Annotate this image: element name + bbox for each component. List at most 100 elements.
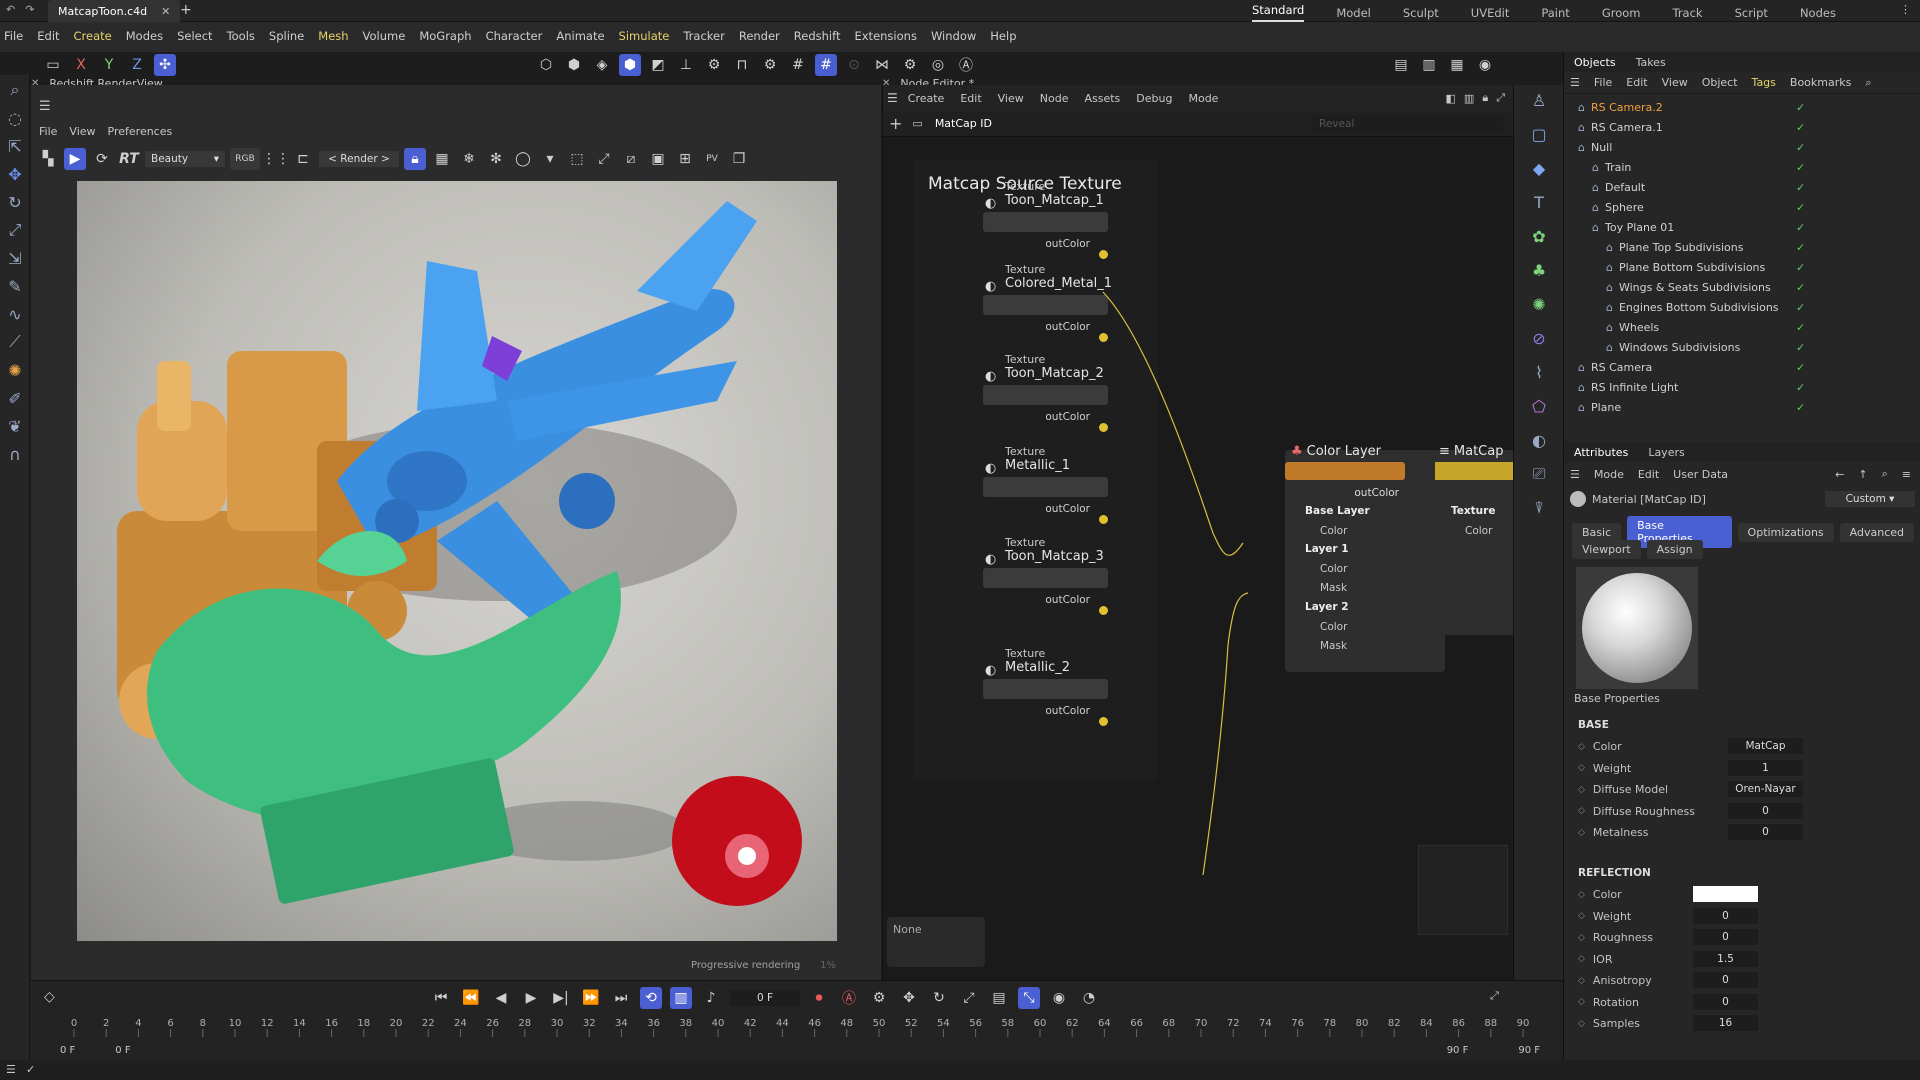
layout-tab-paint[interactable]: Paint (1541, 6, 1569, 20)
menu-create[interactable]: Create (74, 29, 112, 43)
visibility-check-icon[interactable]: ✓ (1796, 201, 1805, 214)
grid-overlay-icon[interactable]: ⋮⋮ (262, 148, 290, 170)
menu-simulate[interactable]: Simulate (619, 29, 670, 43)
menu-modes[interactable]: Modes (126, 29, 163, 43)
keyframe-icon[interactable]: ◇ (1578, 828, 1585, 838)
channel-select[interactable]: RGB (230, 148, 260, 170)
attribute-value[interactable]: 16 (1693, 1015, 1758, 1031)
keyframe-icon[interactable]: ◇ (44, 989, 55, 1005)
filter-icon[interactable]: ≡ (1902, 468, 1911, 481)
snap-icon[interactable]: ⊓ (731, 54, 753, 76)
layout-tab-standard[interactable]: Standard (1252, 3, 1305, 22)
sculpt-icon[interactable]: ❦ (2, 413, 28, 439)
subtab-basic[interactable]: Basic (1572, 522, 1622, 542)
more-icon[interactable]: ⋮ (1900, 3, 1911, 16)
cloner-icon[interactable]: ♣ (1526, 257, 1552, 283)
visibility-check-icon[interactable]: ✓ (1796, 381, 1805, 394)
menu-tools[interactable]: Tools (227, 29, 255, 43)
render-image[interactable] (77, 181, 837, 941)
hamburger-icon[interactable]: ☰ (6, 1063, 16, 1076)
menu-tracker[interactable]: Tracker (683, 29, 725, 43)
render-mode-select[interactable]: < Render > (319, 151, 399, 167)
object-row[interactable]: ⌂ Plane Top Subdivisions ✓ (1564, 237, 1920, 257)
menu-extensions[interactable]: Extensions (854, 29, 916, 43)
layout-tab-groom[interactable]: Groom (1602, 6, 1641, 20)
text-icon[interactable]: T (1526, 189, 1552, 215)
spline-object-icon[interactable]: ⌇ (1526, 359, 1552, 385)
render-queue-icon[interactable]: ▦ (1446, 54, 1468, 76)
copy-icon[interactable]: ❐ (728, 148, 750, 170)
objects-menu-edit[interactable]: Edit (1626, 76, 1647, 89)
layout-tab-uvedit[interactable]: UVEdit (1471, 6, 1510, 20)
brush-icon[interactable]: ✐ (2, 385, 28, 411)
menu-character[interactable]: Character (486, 29, 543, 43)
object-row[interactable]: ⌂ Engines Bottom Subdivisions ✓ (1564, 297, 1920, 317)
search-icon[interactable]: ⌕ (1865, 76, 1871, 90)
attribute-value[interactable]: 0 (1693, 929, 1758, 945)
pen-icon[interactable]: ✎ (2, 273, 28, 299)
timeline-expand-icon[interactable]: ⤢ (1490, 989, 1499, 1003)
visibility-check-icon[interactable]: ✓ (1796, 341, 1805, 354)
symmetry-icon[interactable]: ⋈ (871, 54, 893, 76)
move-icon[interactable]: ✥ (2, 161, 28, 187)
layout-tab-model[interactable]: Model (1336, 6, 1371, 20)
snowflake-icon[interactable]: ✻ (485, 148, 507, 170)
timeline-ruler[interactable]: 0 2 4 6 8 10 12 14 16 18 20 22 24 26 28 30 32 34 36 38 40 42 4… (44, 1015, 1554, 1037)
go-to-start-icon[interactable]: ⏮ (430, 987, 452, 1009)
visibility-check-icon[interactable]: ✓ (1796, 361, 1805, 374)
scene-icon[interactable]: ◐ (1526, 427, 1552, 453)
current-frame-field[interactable]: 0 F (730, 990, 800, 1006)
crop-icon[interactable]: ⊏ (292, 148, 314, 170)
snap-settings-icon[interactable]: ⚙ (759, 54, 781, 76)
visibility-check-icon[interactable]: ✓ (1796, 141, 1805, 154)
object-row[interactable]: ⌂ Wheels ✓ (1564, 317, 1920, 337)
keyframe-icon[interactable]: ◇ (1578, 933, 1585, 943)
record-icon[interactable]: ⏺ (808, 987, 830, 1009)
object-row[interactable]: ⌂ Default ✓ (1564, 177, 1920, 197)
point-level-icon[interactable]: ⤡ (1018, 987, 1040, 1009)
timeline-bars-icon[interactable]: ▥ (670, 987, 692, 1009)
soft-selection-icon[interactable]: ◎ (927, 54, 949, 76)
menu-file[interactable]: File (4, 29, 23, 43)
position-key-icon[interactable]: ✥ (898, 987, 920, 1009)
rotation-key-icon[interactable]: ↻ (928, 987, 950, 1009)
hamburger-icon[interactable]: ☰ (1570, 468, 1580, 481)
keyframe-icon[interactable]: ◇ (1578, 976, 1585, 986)
next-frame-icon[interactable]: ▶| (550, 987, 572, 1009)
material-preview[interactable] (1576, 567, 1698, 689)
layout-tab-track[interactable]: Track (1672, 6, 1702, 20)
uv-mode-icon[interactable]: ◩ (647, 54, 669, 76)
keyframe-icon[interactable]: ◇ (1578, 785, 1585, 795)
hamburger-icon[interactable]: ☰ (1570, 76, 1580, 89)
document-tab[interactable]: MatcapToon.c4d ✕ (48, 0, 181, 22)
schedule-icon[interactable]: ◔ (1078, 987, 1100, 1009)
next-key-icon[interactable]: ⏩ (580, 987, 602, 1009)
objects-menu-file[interactable]: File (1594, 76, 1612, 89)
search-icon[interactable]: ⌕ (1882, 467, 1888, 481)
model-mode-icon[interactable]: ⬢ (619, 54, 641, 76)
workplane-icon[interactable]: # (815, 54, 837, 76)
play-render-icon[interactable]: ▶ (64, 148, 86, 170)
render-menu-view[interactable]: View (69, 125, 95, 138)
visibility-check-icon[interactable]: ✓ (1796, 161, 1805, 174)
tab-objects[interactable]: Objects (1574, 56, 1616, 69)
layout-tab-script[interactable]: Script (1735, 6, 1768, 20)
close-icon[interactable]: ✕ (161, 5, 170, 18)
keyframe-icon[interactable]: ◇ (1578, 742, 1585, 752)
generator-icon[interactable]: ✿ (1526, 223, 1552, 249)
keyframe-icon[interactable]: ◇ (1578, 890, 1585, 900)
settings-icon[interactable]: ⚙ (703, 54, 725, 76)
live-selection-icon[interactable]: ◌ (2, 105, 28, 131)
magnet-icon[interactable]: ∩ (2, 441, 28, 467)
param-key-icon[interactable]: ▤ (988, 987, 1010, 1009)
tab-takes[interactable]: Takes (1636, 56, 1666, 69)
visibility-check-icon[interactable]: ✓ (1796, 401, 1805, 414)
attribute-value[interactable]: Oren-Nayar (1728, 781, 1803, 797)
object-row[interactable]: ⌂ Wings & Seats Subdivisions ✓ (1564, 277, 1920, 297)
fit-icon[interactable]: ⤢ (593, 148, 615, 170)
object-row[interactable]: ⌂ Train ✓ (1564, 157, 1920, 177)
menu-select[interactable]: Select (177, 29, 212, 43)
undo-icon[interactable]: ↶ (6, 3, 15, 16)
objects-menu-bookmarks[interactable]: Bookmarks (1790, 76, 1851, 89)
up-arrow-icon[interactable]: ↑ (1858, 468, 1867, 481)
